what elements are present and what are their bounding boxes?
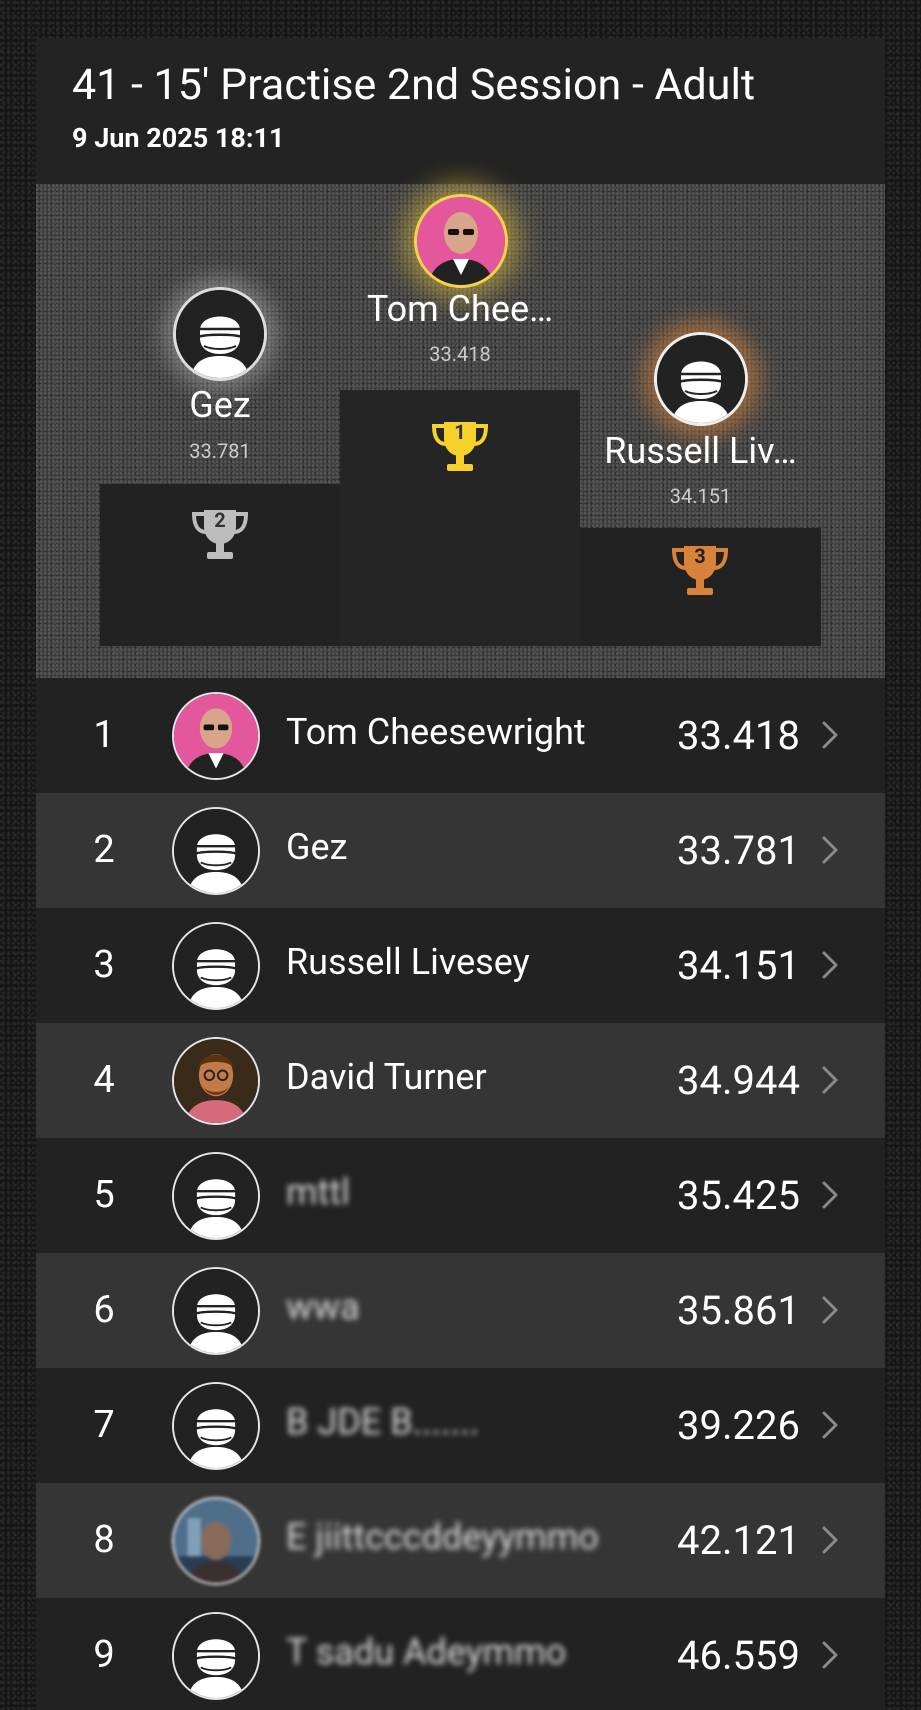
best-lap-time: 46.559 bbox=[677, 1632, 800, 1679]
chevron-right-icon bbox=[818, 1640, 842, 1670]
rank-number: 3 bbox=[93, 943, 115, 987]
rank-number: 6 bbox=[93, 1288, 115, 1332]
podium-first-name: Tom Chee… bbox=[366, 288, 554, 330]
best-lap-time: 33.418 bbox=[677, 712, 800, 759]
best-lap-time: 35.425 bbox=[677, 1172, 800, 1219]
results-list: 1 Tom Cheesewright 33.418 2 Gez 33.781 3… bbox=[36, 678, 885, 1710]
rank-number: 1 bbox=[93, 713, 115, 757]
trophy-icon: 3 bbox=[670, 540, 730, 600]
chevron-right-icon bbox=[818, 1295, 842, 1325]
profile-photo bbox=[417, 197, 505, 285]
driver-name: T sadu Adeymmo bbox=[286, 1631, 567, 1673]
best-lap-time: 42.121 bbox=[677, 1517, 800, 1564]
podium-block-first: 1 bbox=[340, 390, 580, 646]
podium-first-avatar[interactable] bbox=[414, 194, 508, 288]
best-lap-time: 34.151 bbox=[677, 942, 800, 989]
trophy-number: 1 bbox=[454, 420, 466, 444]
chevron-right-icon bbox=[818, 1065, 842, 1095]
driver-name: Tom Cheesewright bbox=[286, 711, 586, 753]
default-avatar-icon bbox=[172, 807, 260, 895]
results-card: 41 - 15' Practise 2nd Session - Adult 9 … bbox=[36, 38, 885, 1710]
rank-number: 4 bbox=[93, 1058, 115, 1102]
trophy-icon: 1 bbox=[430, 416, 490, 476]
result-row[interactable]: 5 mttl 35.425 bbox=[36, 1138, 885, 1253]
best-lap-time: 34.944 bbox=[677, 1057, 800, 1104]
result-row[interactable]: 3 Russell Livesey 34.151 bbox=[36, 908, 885, 1023]
driver-name: wwa bbox=[286, 1286, 360, 1328]
rank-number: 5 bbox=[93, 1173, 115, 1217]
best-lap-time: 39.226 bbox=[677, 1402, 800, 1449]
rank-number: 7 bbox=[93, 1403, 115, 1447]
result-row[interactable]: 4 David Turner 34.944 bbox=[36, 1023, 885, 1138]
default-avatar-icon bbox=[172, 1152, 260, 1240]
podium-block-second: 2 bbox=[100, 484, 340, 646]
default-avatar-icon bbox=[172, 1382, 260, 1470]
chevron-right-icon bbox=[818, 1525, 842, 1555]
result-row[interactable]: 7 B JDE B....... 39.226 bbox=[36, 1368, 885, 1483]
driver-name: Russell Livesey bbox=[286, 941, 530, 983]
chevron-right-icon bbox=[818, 720, 842, 750]
best-lap-time: 33.781 bbox=[677, 827, 800, 874]
session-header: 41 - 15' Practise 2nd Session - Adult 9 … bbox=[36, 38, 885, 184]
rank-number: 8 bbox=[93, 1518, 115, 1562]
result-row[interactable]: 8 E jiittcccddeyymmo 42.121 bbox=[36, 1483, 885, 1598]
result-row[interactable]: 6 wwa 35.861 bbox=[36, 1253, 885, 1368]
podium-third-time: 34.151 bbox=[669, 484, 732, 508]
driver-name: Gez bbox=[286, 826, 348, 868]
chevron-right-icon bbox=[818, 1180, 842, 1210]
best-lap-time: 35.861 bbox=[677, 1287, 800, 1334]
driver-name: mttl bbox=[286, 1171, 350, 1213]
rank-number: 9 bbox=[93, 1633, 115, 1677]
podium-third-avatar[interactable] bbox=[654, 332, 748, 426]
podium-second-time: 33.781 bbox=[189, 439, 251, 463]
result-row[interactable]: 1 Tom Cheesewright 33.418 bbox=[36, 678, 885, 793]
default-avatar-icon bbox=[176, 290, 264, 378]
podium-block-third: 3 bbox=[580, 528, 821, 646]
rank-number: 2 bbox=[93, 828, 115, 872]
driver-name: E jiittcccddeyymmo bbox=[286, 1516, 599, 1558]
chevron-right-icon bbox=[818, 835, 842, 865]
podium-third-name: Russell Liv… bbox=[604, 430, 797, 472]
default-avatar-icon bbox=[657, 335, 745, 423]
podium: Gez 33.781 Tom Chee… 33.418 Russell Liv…… bbox=[36, 184, 885, 714]
default-avatar-icon bbox=[172, 1267, 260, 1355]
podium-first-time: 33.418 bbox=[429, 342, 491, 366]
result-row[interactable]: 9 T sadu Adeymmo 46.559 bbox=[36, 1598, 885, 1710]
default-avatar-icon bbox=[172, 1612, 260, 1700]
session-date: 9 Jun 2025 18:11 bbox=[72, 122, 285, 154]
session-title: 41 - 15' Practise 2nd Session - Adult bbox=[72, 60, 756, 110]
trophy-icon: 2 bbox=[190, 504, 250, 564]
podium-second-name: Gez bbox=[189, 384, 251, 426]
chevron-right-icon bbox=[818, 1410, 842, 1440]
trophy-number: 2 bbox=[214, 508, 226, 532]
default-avatar-icon bbox=[172, 922, 260, 1010]
result-row[interactable]: 2 Gez 33.781 bbox=[36, 793, 885, 908]
driver-name: B JDE B....... bbox=[286, 1401, 480, 1443]
profile-photo bbox=[172, 1037, 260, 1125]
driver-name: David Turner bbox=[286, 1056, 487, 1098]
trophy-number: 3 bbox=[694, 544, 706, 568]
profile-photo bbox=[172, 1497, 260, 1585]
chevron-right-icon bbox=[818, 950, 842, 980]
profile-photo bbox=[172, 692, 260, 780]
podium-second-avatar[interactable] bbox=[173, 287, 267, 381]
